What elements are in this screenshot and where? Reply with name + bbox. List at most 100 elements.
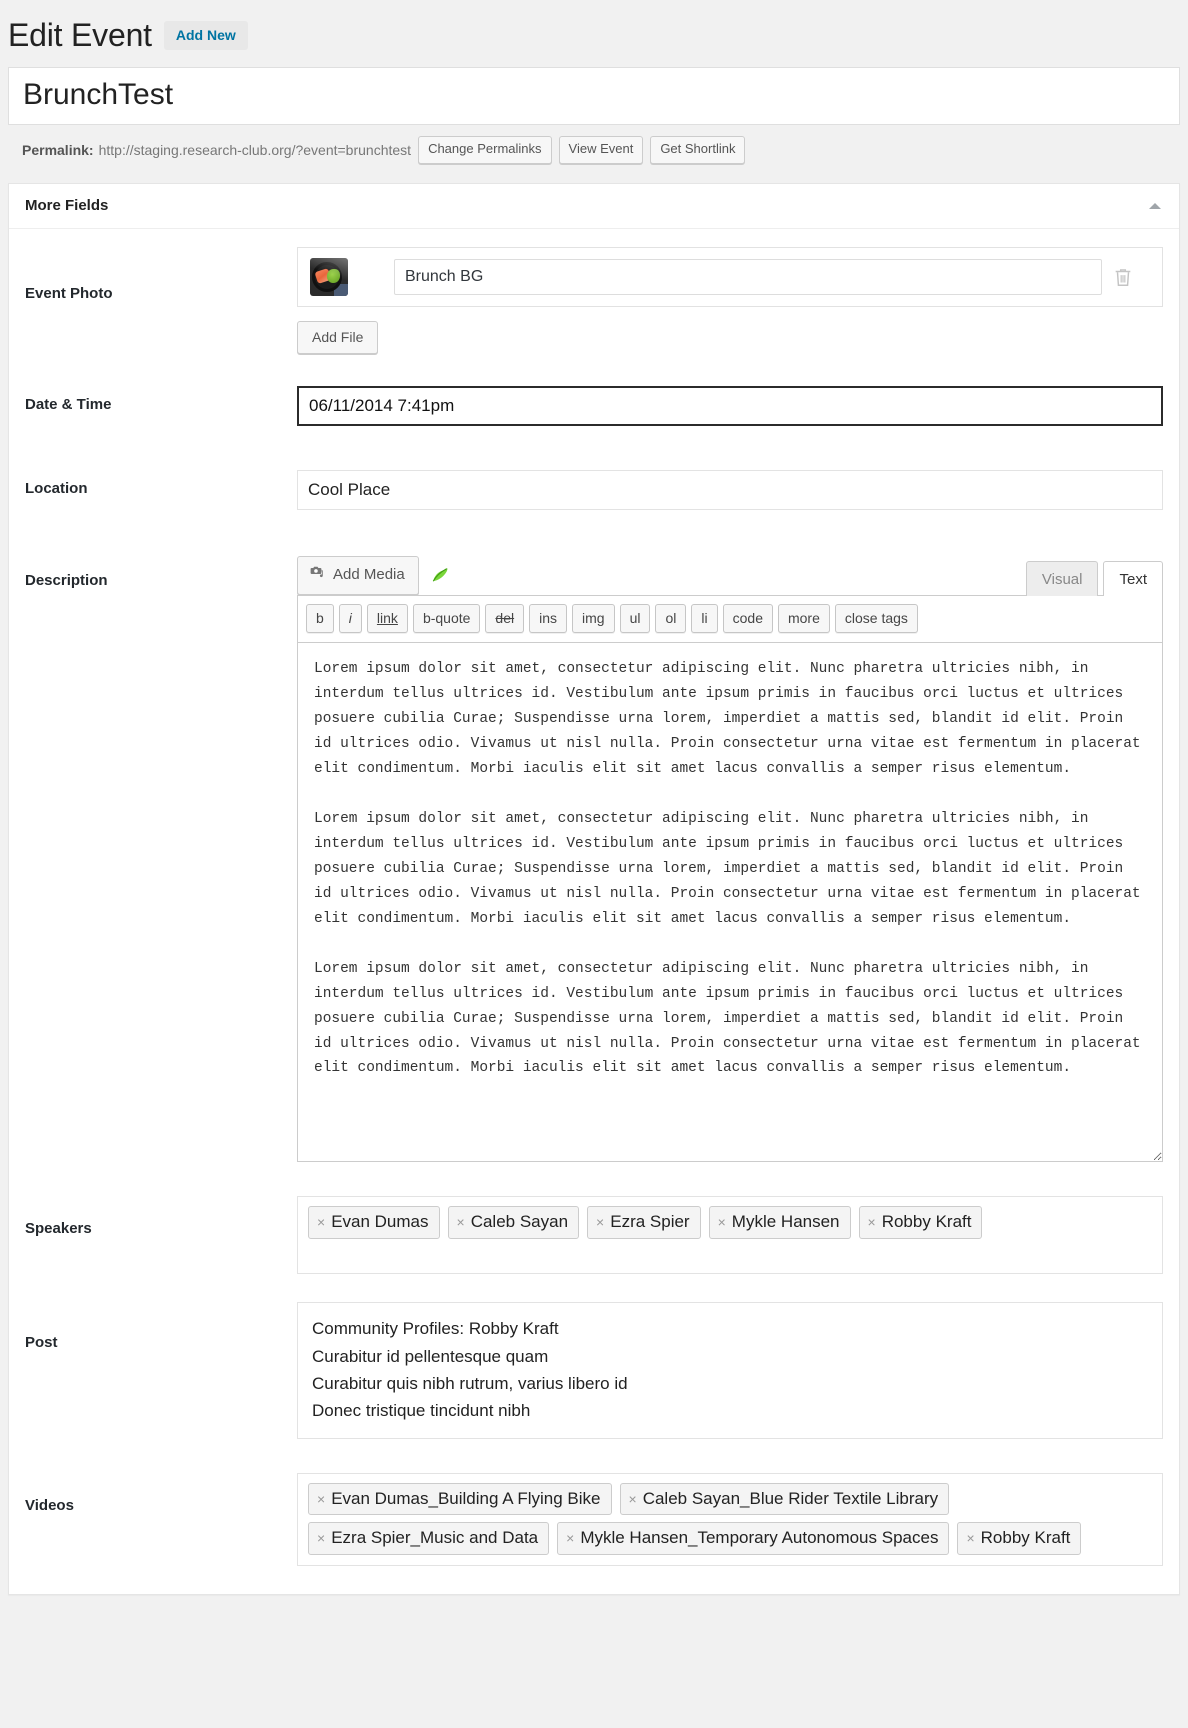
add-media-button[interactable]: Add Media — [297, 555, 419, 595]
field-row-event-photo: Event Photo Brunch BG Add File — [25, 246, 1163, 368]
speakers-label: Speakers — [25, 1220, 92, 1238]
remove-token-icon[interactable]: × — [868, 1215, 876, 1229]
tab-text[interactable]: Text — [1103, 560, 1163, 596]
photo-thumbnail[interactable] — [310, 257, 348, 296]
video-token[interactable]: × Caleb Sayan_Blue Rider Textile Library — [619, 1483, 950, 1516]
quicktag-b[interactable]: b — [306, 603, 334, 634]
page-title: Edit Event — [8, 17, 152, 53]
add-file-button[interactable]: Add File — [297, 320, 379, 354]
post-list-item[interactable]: Curabitur id pellentesque quam — [312, 1343, 1148, 1370]
remove-token-icon[interactable]: × — [966, 1531, 974, 1545]
speaker-token[interactable]: × Caleb Sayan — [447, 1206, 580, 1239]
quicktag-ins[interactable]: ins — [529, 603, 568, 634]
date-time-input[interactable] — [297, 385, 1163, 426]
quicktag-close-tags[interactable]: close tags — [834, 603, 918, 634]
metabox-header[interactable]: More Fields — [9, 184, 1179, 229]
videos-token-box[interactable]: × Evan Dumas_Building A Flying Bike × Caleb… — [297, 1473, 1163, 1566]
quicktag-code[interactable]: code — [722, 603, 773, 634]
add-media-label: Add Media — [333, 565, 405, 583]
more-fields-metabox: More Fields Event Photo Brunch BG Add Fi… — [8, 183, 1180, 1595]
token-label: Caleb Sayan — [470, 1212, 569, 1232]
event-photo-control: Add File — [297, 246, 1163, 354]
add-new-button[interactable]: Add New — [163, 20, 248, 51]
token-label: Robby Kraft — [881, 1212, 972, 1232]
post-list-item[interactable]: Community Profiles: Robby Kraft — [312, 1315, 1148, 1342]
quicktag-del[interactable]: del — [485, 603, 525, 634]
quicktag-i[interactable]: i — [338, 603, 362, 634]
post-title-input[interactable] — [17, 71, 1171, 122]
speakers-token-box[interactable]: × Evan Dumas × Caleb Sayan × Ezra Spier × Mykle… — [297, 1196, 1163, 1275]
token-label: Mykle Hansen — [731, 1212, 840, 1232]
quicktag-more[interactable]: more — [777, 603, 830, 634]
quicktag-ol[interactable]: ol — [655, 603, 687, 634]
token-label: Caleb Sayan_Blue Rider Textile Library — [642, 1489, 939, 1509]
quicktag-b-quote[interactable]: b-quote — [412, 603, 481, 634]
trash-icon[interactable] — [1112, 265, 1134, 289]
remove-token-icon[interactable]: × — [596, 1215, 604, 1229]
description-label: Description — [25, 571, 108, 589]
editor-mode-tabs: Visual Text — [1021, 560, 1163, 596]
description-textarea[interactable]: Lorem ipsum dolor sit amet, consectetur … — [297, 642, 1163, 1163]
remove-token-icon[interactable]: × — [317, 1492, 325, 1506]
editor-toolbar-top: Add Media Visual Text — [297, 555, 1163, 596]
video-token[interactable]: × Robby Kraft — [957, 1522, 1082, 1555]
view-event-button[interactable]: View Event — [558, 136, 644, 165]
tab-visual[interactable]: Visual — [1025, 560, 1099, 596]
video-token[interactable]: × Evan Dumas_Building A Flying Bike — [308, 1483, 612, 1516]
field-row-videos: Videos × Evan Dumas_Building A Flying Bik… — [25, 1439, 1163, 1572]
post-label: Post — [25, 1334, 58, 1352]
quicktag-li[interactable]: li — [691, 603, 718, 634]
description-control: Add Media Visual Text b i link b-quote d… — [297, 555, 1163, 1163]
speaker-token[interactable]: × Ezra Spier — [587, 1206, 701, 1239]
video-token[interactable]: × Mykle Hansen_Temporary Autonomous Space… — [557, 1522, 950, 1555]
post-list-item[interactable]: Curabitur quis nibh rutrum, varius liber… — [312, 1370, 1148, 1397]
post-list-box: Community Profiles: Robby Kraft Curabitur… — [297, 1302, 1163, 1440]
speaker-token[interactable]: × Mykle Hansen — [708, 1206, 851, 1239]
permalink-url[interactable]: http://staging.research-club.org/?event=… — [99, 142, 411, 158]
field-row-description: Description Add Media Visual Text b i li… — [25, 510, 1163, 1163]
field-row-post: Post Community Profiles: Robby Kraft Cura… — [25, 1274, 1163, 1440]
metabox-body: Event Photo Brunch BG Add File Date & Ti… — [9, 229, 1179, 1594]
permalink-row: Permalink: http://staging.research-club.… — [8, 125, 1180, 178]
green-leaf-icon[interactable] — [430, 565, 450, 585]
post-title-wrapper — [8, 67, 1180, 126]
videos-control: × Evan Dumas_Building A Flying Bike × Caleb… — [297, 1473, 1163, 1566]
token-label: Ezra Spier_Music and Data — [331, 1528, 539, 1548]
field-row-date-time: Date & Time — [25, 368, 1163, 426]
field-row-speakers: Speakers × Evan Dumas × Caleb Sayan × Ezra Sp… — [25, 1162, 1163, 1275]
quicktag-ul[interactable]: ul — [619, 603, 651, 634]
post-control: Community Profiles: Robby Kraft Curabitur… — [297, 1302, 1163, 1440]
remove-token-icon[interactable]: × — [317, 1215, 325, 1229]
remove-token-icon[interactable]: × — [317, 1531, 325, 1545]
quicktag-img[interactable]: img — [572, 603, 615, 634]
token-label: Ezra Spier — [610, 1212, 690, 1232]
token-label: Mykle Hansen_Temporary Autonomous Spaces — [580, 1528, 939, 1548]
quicktag-link[interactable]: link — [366, 603, 408, 634]
page-header: Edit Event Add New — [0, 0, 1188, 67]
speakers-control: × Evan Dumas × Caleb Sayan × Ezra Spier × Mykle… — [297, 1196, 1163, 1275]
change-permalinks-button[interactable]: Change Permalinks — [418, 136, 552, 165]
remove-token-icon[interactable]: × — [457, 1215, 465, 1229]
remove-token-icon[interactable]: × — [566, 1531, 574, 1545]
event-photo-label: Event Photo — [25, 284, 113, 302]
field-row-location: Location — [25, 426, 1163, 510]
token-label: Evan Dumas — [331, 1212, 429, 1232]
speaker-token[interactable]: × Robby Kraft — [858, 1206, 983, 1239]
permalink-label: Permalink: — [22, 142, 94, 159]
event-photo-box — [297, 246, 1163, 307]
editor-media-group: Add Media — [297, 555, 450, 595]
remove-token-icon[interactable]: × — [718, 1215, 726, 1229]
post-list-item[interactable]: Donec tristique tincidunt nibh — [312, 1397, 1148, 1424]
location-label: Location — [25, 479, 88, 497]
speaker-token[interactable]: × Evan Dumas — [308, 1206, 440, 1239]
date-time-control — [297, 385, 1163, 426]
token-label: Robby Kraft — [980, 1528, 1071, 1548]
get-shortlink-button[interactable]: Get Shortlink — [650, 136, 746, 165]
remove-token-icon[interactable]: × — [629, 1492, 637, 1506]
chevron-up-icon[interactable] — [1149, 202, 1161, 209]
media-camera-icon — [309, 564, 326, 586]
date-time-label: Date & Time — [25, 395, 112, 413]
event-photo-name-input[interactable] — [394, 258, 1102, 295]
location-input[interactable] — [297, 469, 1163, 510]
video-token[interactable]: × Ezra Spier_Music and Data — [308, 1522, 550, 1555]
